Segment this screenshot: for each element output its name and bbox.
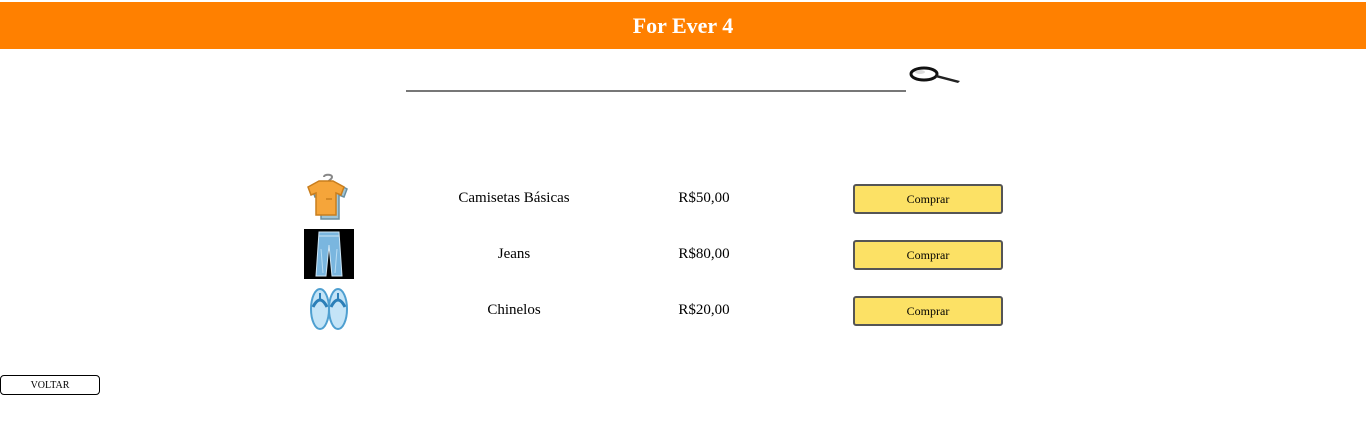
product-row: Jeans R$80,00 Comprar xyxy=(0,228,1366,280)
product-row: Chinelos R$20,00 Comprar xyxy=(0,284,1366,336)
tshirt-icon xyxy=(304,173,354,223)
product-price: R$50,00 xyxy=(678,190,730,206)
product-price: R$20,00 xyxy=(678,302,730,318)
search-button[interactable] xyxy=(908,66,962,86)
jeans-icon xyxy=(304,229,354,279)
product-name: Jeans xyxy=(497,246,531,262)
product-name: Camisetas Básicas xyxy=(458,190,570,206)
page-header: For Ever 4 xyxy=(0,2,1366,49)
flip-flops-icon xyxy=(304,285,354,335)
product-price: R$80,00 xyxy=(678,246,730,262)
magnifier-icon xyxy=(909,66,960,83)
product-name: Chinelos xyxy=(487,302,541,318)
buy-button[interactable]: Comprar xyxy=(853,184,1003,214)
buy-button[interactable]: Comprar xyxy=(853,240,1003,270)
page-title: For Ever 4 xyxy=(632,12,734,38)
buy-button[interactable]: Comprar xyxy=(853,296,1003,326)
back-button[interactable]: VOLTAR xyxy=(0,375,100,395)
product-row: Camisetas Básicas R$50,00 Comprar xyxy=(0,172,1366,224)
search-input[interactable] xyxy=(406,66,906,92)
